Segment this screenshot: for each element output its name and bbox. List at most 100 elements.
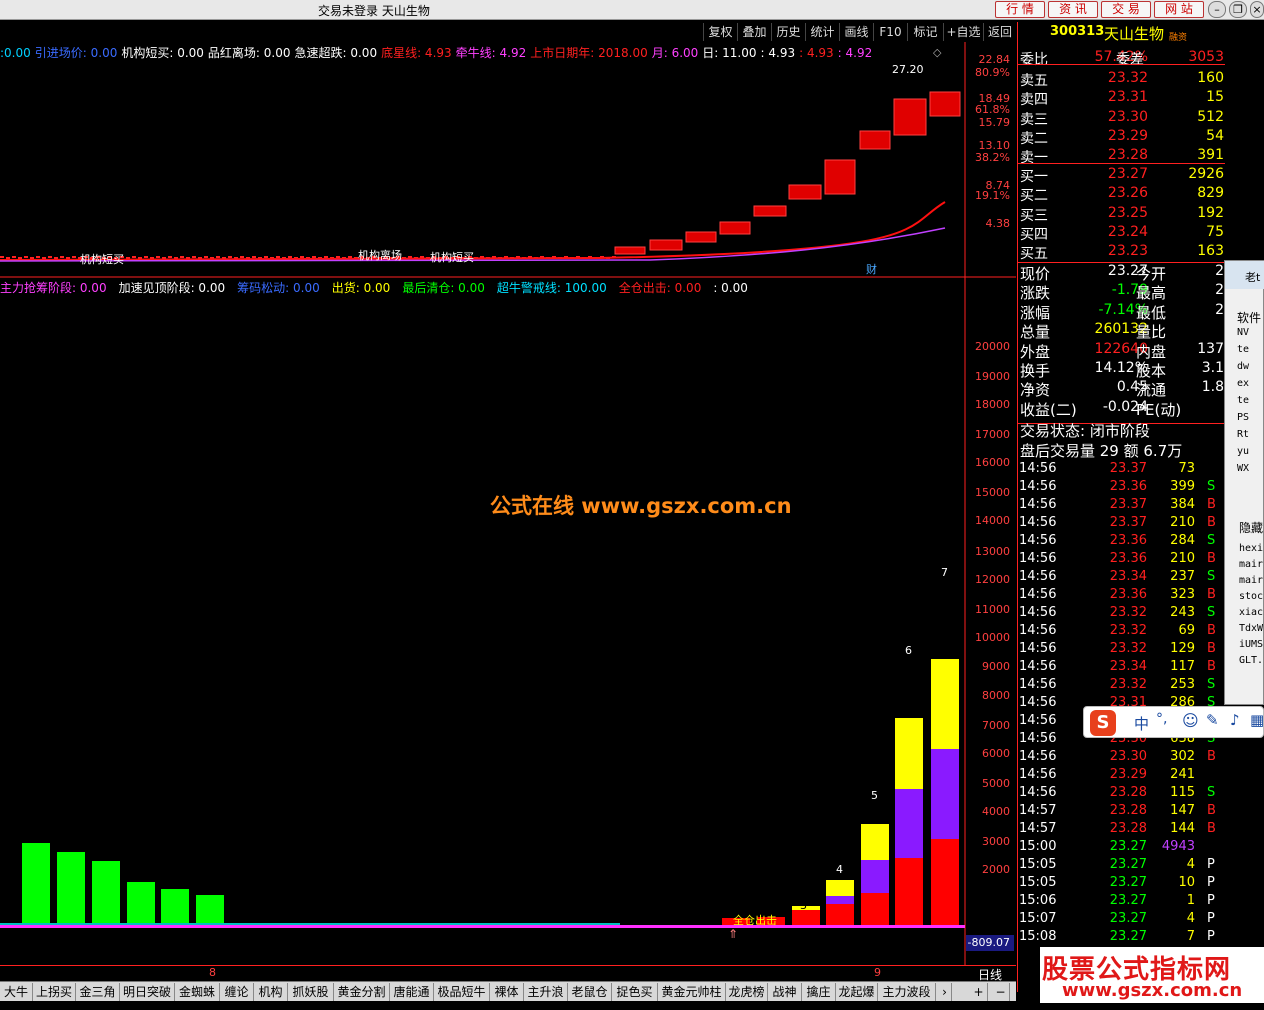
pen-icon[interactable]: ✎ <box>1206 711 1219 729</box>
tick-volume: 144 <box>1170 821 1195 836</box>
side-panel-item[interactable]: NV <box>1237 327 1249 338</box>
formula-tab[interactable]: 明日突破 <box>120 983 175 1001</box>
formula-tab[interactable]: 极品短牛 <box>434 983 490 1001</box>
bid-label: 买四 <box>1020 226 1048 243</box>
side-panel-item[interactable]: ex <box>1237 378 1249 389</box>
emoji-icon[interactable]: ☺ <box>1182 711 1199 730</box>
microphone-icon[interactable]: ♪ <box>1230 711 1240 729</box>
ask-row[interactable]: 卖三 23.30 512 <box>1018 109 1225 128</box>
price-candle <box>6 257 10 259</box>
toolbar-stats[interactable]: 统计 <box>805 23 839 41</box>
tick-side: B <box>1207 515 1216 530</box>
tick-side: S <box>1207 569 1216 584</box>
formula-tab[interactable]: 捉色买 <box>612 983 658 1001</box>
sogou-logo-icon[interactable]: S <box>1090 710 1116 736</box>
website-button[interactable]: 网 站 <box>1154 1 1204 18</box>
toolbar-back[interactable]: 返回 <box>983 23 1016 41</box>
bid-row[interactable]: 买一 23.27 2926 <box>1018 166 1225 185</box>
formula-tab[interactable]: 战神 <box>768 983 802 1001</box>
price-candle <box>336 256 340 258</box>
ime-mode[interactable]: 中 <box>1134 713 1149 734</box>
sub-axis-label: 17000 <box>975 428 1010 441</box>
ask-volume: 512 <box>1197 108 1224 125</box>
side-panel-file[interactable]: xiac <box>1239 607 1263 618</box>
toolbar-overlay[interactable]: 叠加 <box>737 23 771 41</box>
side-panel-file[interactable]: mair <box>1239 559 1263 570</box>
stage-bar-green <box>161 889 189 925</box>
toolbar-add-watchlist[interactable]: +自选 <box>943 23 983 41</box>
formula-tab[interactable]: 唐能通 <box>390 983 434 1001</box>
side-panel-item[interactable]: PS <box>1237 412 1249 423</box>
toolbar-f10[interactable]: F10 <box>873 23 907 41</box>
formula-tab[interactable]: 主力波段 <box>878 983 936 1001</box>
tick-volume: 302 <box>1170 749 1195 764</box>
formula-tab[interactable]: 主升浪 <box>524 983 568 1001</box>
toolbar-mark[interactable]: 标记 <box>907 23 943 41</box>
price-chart[interactable]: 22.8480.9%18.4961.8%15.7913.1038.2%8.741… <box>0 42 1016 278</box>
market-button[interactable]: 行 情 <box>995 1 1045 18</box>
bid-row[interactable]: 买五 23.23 163 <box>1018 243 1225 262</box>
tick-time: 14:56 <box>1019 713 1057 728</box>
bid-row[interactable]: 买四 23.24 75 <box>1018 224 1225 243</box>
formula-tab[interactable]: 抓妖股 <box>288 983 334 1001</box>
bid-price: 23.24 <box>1107 223 1148 240</box>
side-panel-item[interactable]: dw <box>1237 361 1249 372</box>
hide-label[interactable]: 隐藏 <box>1239 519 1263 536</box>
stage-bar-yellow <box>931 659 959 749</box>
bid-row[interactable]: 买二 23.26 829 <box>1018 185 1225 204</box>
side-panel-item[interactable]: yu <box>1237 446 1249 457</box>
tick-row: 14:56 23.32 69 B <box>1017 623 1224 641</box>
volume-stage-chart[interactable]: 20000 19000 18000 17000 16000 15000 14000 13000… <box>0 278 1016 966</box>
formula-tab[interactable]: 金蜘蛛 <box>175 983 220 1001</box>
side-panel-file[interactable]: hexi <box>1239 543 1263 554</box>
restore-icon[interactable]: ❐ <box>1229 1 1247 18</box>
side-panel-file[interactable]: TdxW <box>1239 623 1263 634</box>
tab-scroll-right-icon[interactable]: › <box>938 983 952 1001</box>
toolbar-draw[interactable]: 画线 <box>839 23 873 41</box>
formula-tab[interactable]: 龙虎榜 <box>726 983 768 1001</box>
formula-tab[interactable]: 龙起爆 <box>836 983 878 1001</box>
stage-bar-red <box>826 904 854 925</box>
side-panel-item[interactable]: WX <box>1237 463 1249 474</box>
formula-tab[interactable]: 擒庄 <box>802 983 836 1001</box>
side-panel-item[interactable]: te <box>1237 395 1249 406</box>
formula-tab[interactable]: 老鼠仓 <box>568 983 612 1001</box>
minimize-icon[interactable]: – <box>1208 1 1226 18</box>
side-panel-item[interactable]: Rt <box>1237 429 1249 440</box>
side-panel-file[interactable]: mair <box>1239 575 1263 586</box>
bar-number-label: 7 <box>941 566 948 579</box>
formula-tab[interactable]: 金三角 <box>76 983 120 1001</box>
toolbar-fuquan[interactable]: 复权 <box>703 23 737 41</box>
formula-tab[interactable]: 大牛 <box>0 983 33 1001</box>
ask-row[interactable]: 卖五 23.32 160 <box>1018 70 1225 89</box>
trade-button[interactable]: 交 易 <box>1101 1 1151 18</box>
stat-value: 2 <box>1215 301 1224 318</box>
grid-icon[interactable]: ▦ <box>1250 711 1264 729</box>
ask-row[interactable]: 卖四 23.31 15 <box>1018 89 1225 108</box>
tick-row: 14:56 23.36 399 S <box>1017 479 1224 497</box>
toolbar-history[interactable]: 历史 <box>771 23 805 41</box>
bid-label: 买二 <box>1020 188 1048 205</box>
price-candle <box>54 257 58 259</box>
bid-row[interactable]: 买三 23.25 192 <box>1018 205 1225 224</box>
side-panel-item[interactable]: te <box>1237 344 1249 355</box>
formula-tab[interactable]: 机构 <box>254 983 288 1001</box>
side-panel-file[interactable]: stoc <box>1239 591 1263 602</box>
ask-row[interactable]: 卖二 23.29 54 <box>1018 128 1225 147</box>
zoom-out-button[interactable]: − <box>992 983 1010 1001</box>
formula-tab[interactable]: 缠论 <box>220 983 254 1001</box>
tick-volume: 147 <box>1170 803 1195 818</box>
close-icon[interactable]: × <box>1250 1 1264 18</box>
zoom-in-button[interactable]: + <box>970 983 988 1001</box>
price-candle <box>60 256 64 258</box>
formula-tab[interactable]: 黄金元帅柱 <box>658 983 726 1001</box>
sub-axis-label: 18000 <box>975 398 1010 411</box>
formula-tab[interactable]: 上拐买 <box>33 983 76 1001</box>
side-panel-file[interactable]: iUMS <box>1239 639 1263 650</box>
punctuation-icon[interactable]: °, <box>1156 711 1167 727</box>
formula-tab[interactable]: 黄金分割 <box>334 983 390 1001</box>
news-button[interactable]: 资 讯 <box>1048 1 1098 18</box>
side-panel-file[interactable]: GLT. <box>1239 655 1263 666</box>
formula-tab[interactable]: 裸体 <box>490 983 524 1001</box>
price-candle <box>48 256 52 258</box>
